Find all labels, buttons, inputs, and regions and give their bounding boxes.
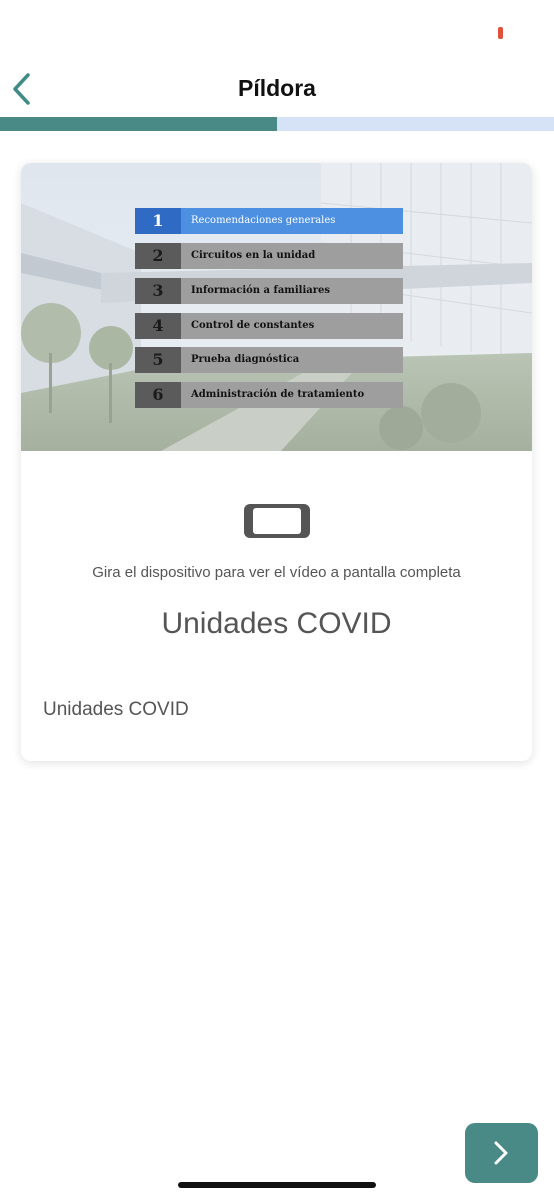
next-button[interactable] (465, 1123, 538, 1183)
video-menu-row: 4 Control de constantes (135, 313, 403, 339)
video-description: Unidades COVID (43, 699, 189, 720)
home-indicator (178, 1182, 376, 1188)
video-menu-number: 1 (135, 208, 181, 234)
progress-fill (0, 117, 277, 131)
video-menu-label: Recomendaciones generales (181, 208, 403, 234)
status-indicator (498, 27, 503, 39)
video-title: Unidades COVID (161, 607, 392, 640)
video-menu-row: 2 Circuitos en la unidad (135, 243, 403, 269)
chevron-right-icon (494, 1141, 508, 1165)
header: Píldora (0, 60, 554, 118)
video-menu-number: 6 (135, 382, 181, 408)
video-menu-number: 3 (135, 278, 181, 304)
video-menu-row: 1 Recomendaciones generales (135, 208, 403, 234)
video-menu-row: 6 Administración de tratamiento (135, 382, 403, 408)
video-menu-label: Control de constantes (181, 313, 403, 339)
video-menu-label: Prueba diagnóstica (181, 347, 403, 373)
video-menu-label: Información a familiares (181, 278, 403, 304)
video-player[interactable]: 1 Recomendaciones generales 2 Circuitos … (21, 163, 532, 451)
video-menu-label: Circuitos en la unidad (181, 243, 403, 269)
pill-card: 1 Recomendaciones generales 2 Circuitos … (21, 163, 532, 761)
video-menu-number: 2 (135, 243, 181, 269)
page-title: Píldora (238, 75, 316, 101)
video-menu-row: 3 Información a familiares (135, 278, 403, 304)
progress-bar (0, 117, 554, 131)
rotate-hint: Gira el dispositivo para ver el vídeo a … (92, 564, 461, 581)
video-menu-label: Administración de tratamiento (181, 382, 403, 408)
phone-landscape-icon (244, 504, 310, 538)
video-menu-row: 5 Prueba diagnóstica (135, 347, 403, 373)
video-menu-number: 5 (135, 347, 181, 373)
video-menu-number: 4 (135, 313, 181, 339)
